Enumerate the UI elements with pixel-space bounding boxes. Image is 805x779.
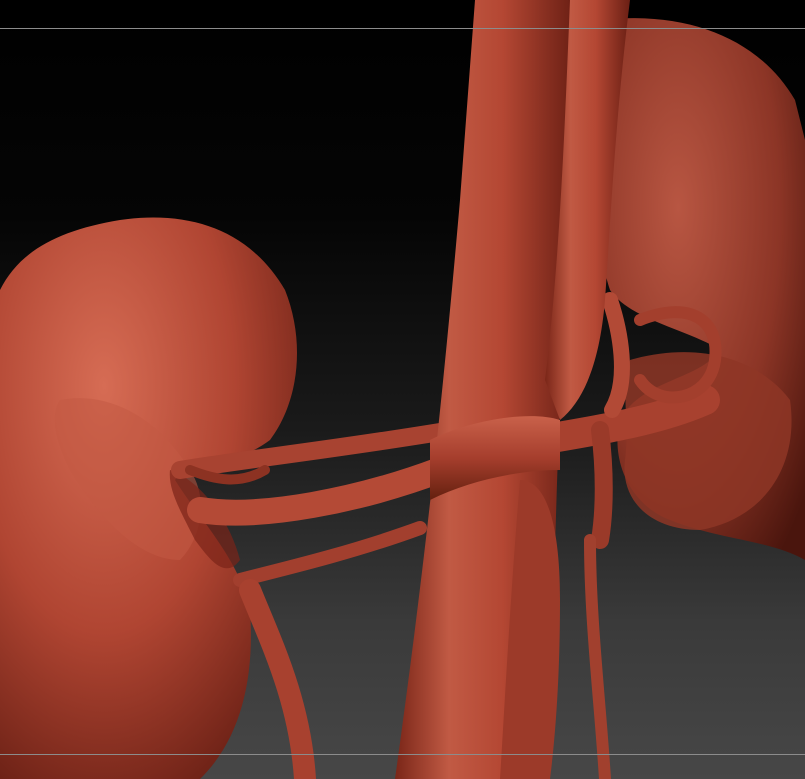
sculpt-viewport[interactable]: [0, 0, 805, 779]
viewport-guide-top: [0, 28, 805, 29]
kidney-sculpture-render: [0, 0, 805, 779]
right-kidney: [593, 18, 805, 561]
viewport-guide-bottom: [0, 754, 805, 755]
left-kidney: [0, 217, 297, 779]
